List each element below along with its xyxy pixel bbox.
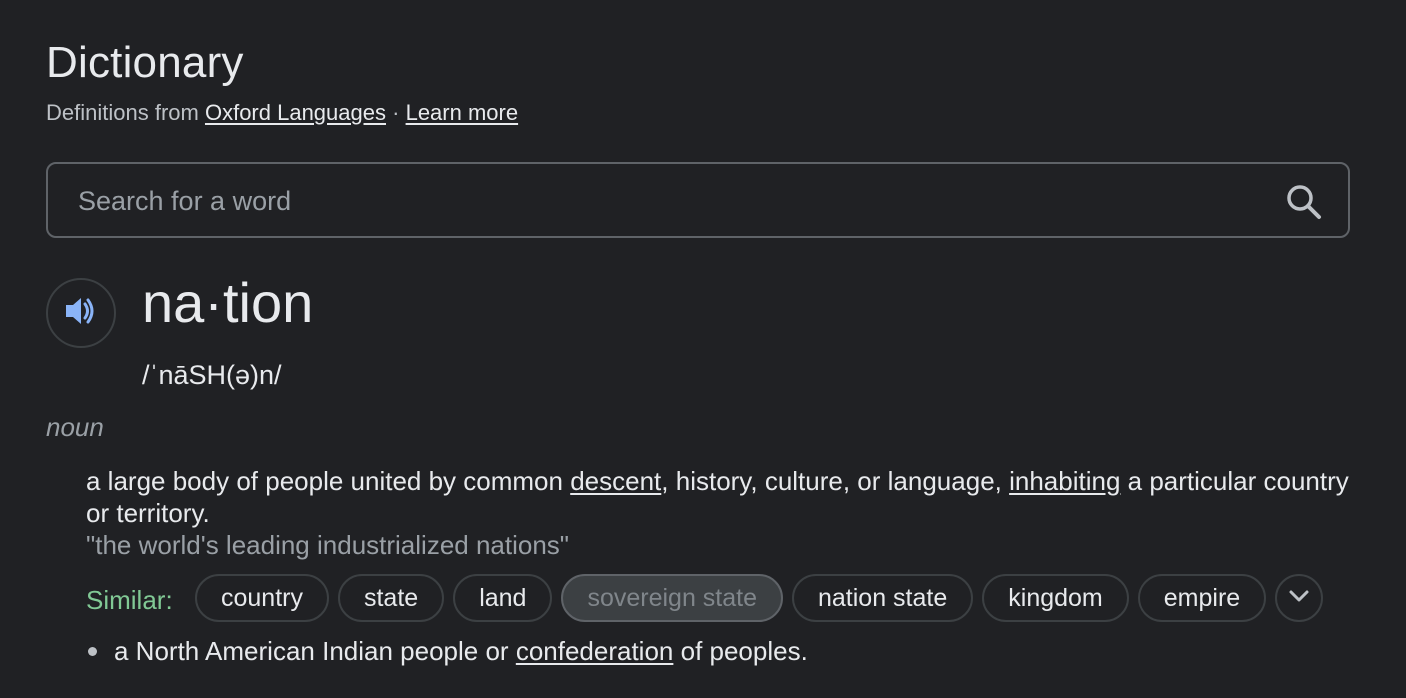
bullet	[88, 647, 97, 656]
similar-label: Similar:	[86, 585, 173, 615]
source-prefix: Definitions from	[46, 100, 199, 125]
inhabiting-link[interactable]: inhabiting	[1009, 466, 1120, 496]
separator: ·	[392, 100, 400, 125]
similar-chip-land[interactable]: land	[453, 574, 553, 622]
page-title: Dictionary	[46, 38, 244, 87]
learn-more-link[interactable]: Learn more	[406, 100, 519, 125]
similar-chip-sovereign-state[interactable]: sovereign state	[561, 574, 783, 622]
similar-chip-kingdom[interactable]: kingdom	[982, 574, 1129, 622]
similar-chip-nation-state[interactable]: nation state	[792, 574, 974, 622]
volume-up-icon	[63, 293, 99, 334]
definition-text: a large body of people united by common	[86, 466, 571, 496]
definition-text: of peoples.	[680, 636, 808, 666]
search-box	[46, 162, 1350, 238]
definition-text: , history, culture, or language,	[661, 466, 1010, 496]
part-of-speech: noun	[46, 412, 104, 442]
chevron-down-icon	[1288, 589, 1310, 608]
definition-2: a North American Indian people or confed…	[86, 636, 808, 667]
similar-chips: country state land sovereign state natio…	[195, 574, 1324, 622]
similar-chip-empire[interactable]: empire	[1137, 574, 1267, 622]
descent-link[interactable]: descent	[570, 466, 661, 496]
search-input[interactable]	[76, 180, 1260, 222]
pronounce-button[interactable]	[46, 278, 116, 348]
confederation-link[interactable]: confederation	[516, 636, 674, 667]
oxford-languages-link[interactable]: Oxford Languages	[205, 100, 386, 125]
more-similar-button[interactable]	[1275, 574, 1324, 622]
headword: na·tion	[142, 271, 314, 334]
similar-chip-state[interactable]: state	[337, 574, 445, 622]
example-sentence: "the world's leading industrialized nati…	[86, 530, 570, 560]
similar-chip-country[interactable]: country	[195, 574, 329, 622]
definition-text: a North American Indian people or	[114, 636, 509, 666]
source-line: Definitions from Oxford Languages · Lear…	[46, 100, 518, 126]
phonetic: /ˈnāSH(ə)n/	[142, 360, 282, 390]
definition-1: a large body of people united by common …	[86, 465, 1350, 529]
search-icon[interactable]	[1284, 182, 1324, 222]
